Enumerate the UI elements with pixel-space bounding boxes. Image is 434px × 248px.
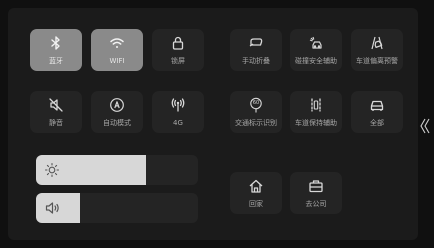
- home-label: 回家: [249, 200, 263, 208]
- lane-departure-icon: [369, 35, 385, 51]
- volume-slider[interactable]: [36, 193, 198, 223]
- mirror-fold-icon: [248, 35, 264, 51]
- mute-label: 静音: [49, 119, 63, 127]
- lane-keep-label: 车道保持辅助: [295, 119, 337, 127]
- speed-limit-sign-icon: 60: [248, 97, 264, 113]
- lane-keep-button[interactable]: 车道保持辅助: [290, 91, 342, 133]
- auto-mode-icon: [109, 97, 125, 113]
- brightness-slider[interactable]: [36, 155, 198, 185]
- wifi-toggle[interactable]: WIFI: [91, 29, 143, 71]
- brightness-icon: [44, 162, 60, 178]
- wifi-label: WIFI: [109, 57, 125, 65]
- mirror-fold-button[interactable]: 手动折叠: [230, 29, 282, 71]
- lock-screen-button[interactable]: 锁屏: [152, 29, 204, 71]
- collision-assist-button[interactable]: 碰撞安全辅助: [290, 29, 342, 71]
- all-settings-button[interactable]: 全部: [351, 91, 403, 133]
- go-home-button[interactable]: 回家: [230, 172, 282, 214]
- lane-keep-icon: [308, 97, 324, 113]
- speed-limit-value: 60: [252, 100, 260, 106]
- mirror-fold-label: 手动折叠: [242, 57, 270, 65]
- traffic-sign-recognition-button[interactable]: 60 交通标示识别: [230, 91, 282, 133]
- collision-label: 碰撞安全辅助: [295, 57, 337, 65]
- bluetooth-toggle[interactable]: 蓝牙: [30, 29, 82, 71]
- bluetooth-icon: [48, 35, 64, 51]
- traffic-sign-label: 交通标示识别: [235, 119, 277, 127]
- collision-car-icon: [308, 35, 324, 51]
- bluetooth-label: 蓝牙: [49, 57, 63, 65]
- all-label: 全部: [370, 119, 384, 127]
- company-label: 去公司: [305, 200, 327, 208]
- auto-mode-button[interactable]: 自动模式: [91, 91, 143, 133]
- lane-departure-label: 车道偏离预警: [356, 57, 398, 65]
- briefcase-icon: [308, 178, 324, 194]
- auto-mode-label: 自动模式: [103, 119, 131, 127]
- home-icon: [248, 178, 264, 194]
- lock-label: 锁屏: [171, 57, 185, 65]
- 4g-toggle[interactable]: 4G: [152, 91, 204, 133]
- wifi-icon: [109, 35, 125, 51]
- lock-icon: [170, 35, 186, 51]
- volume-icon: [44, 200, 60, 216]
- mute-icon: [48, 97, 64, 113]
- lane-departure-button[interactable]: 车道偏离预警: [351, 29, 403, 71]
- go-company-button[interactable]: 去公司: [290, 172, 342, 214]
- 4g-label: 4G: [173, 119, 183, 127]
- signal-antenna-icon: [170, 97, 186, 113]
- mute-toggle[interactable]: 静音: [30, 91, 82, 133]
- car-icon: [369, 97, 385, 113]
- double-chevron-left-icon[interactable]: [419, 116, 431, 136]
